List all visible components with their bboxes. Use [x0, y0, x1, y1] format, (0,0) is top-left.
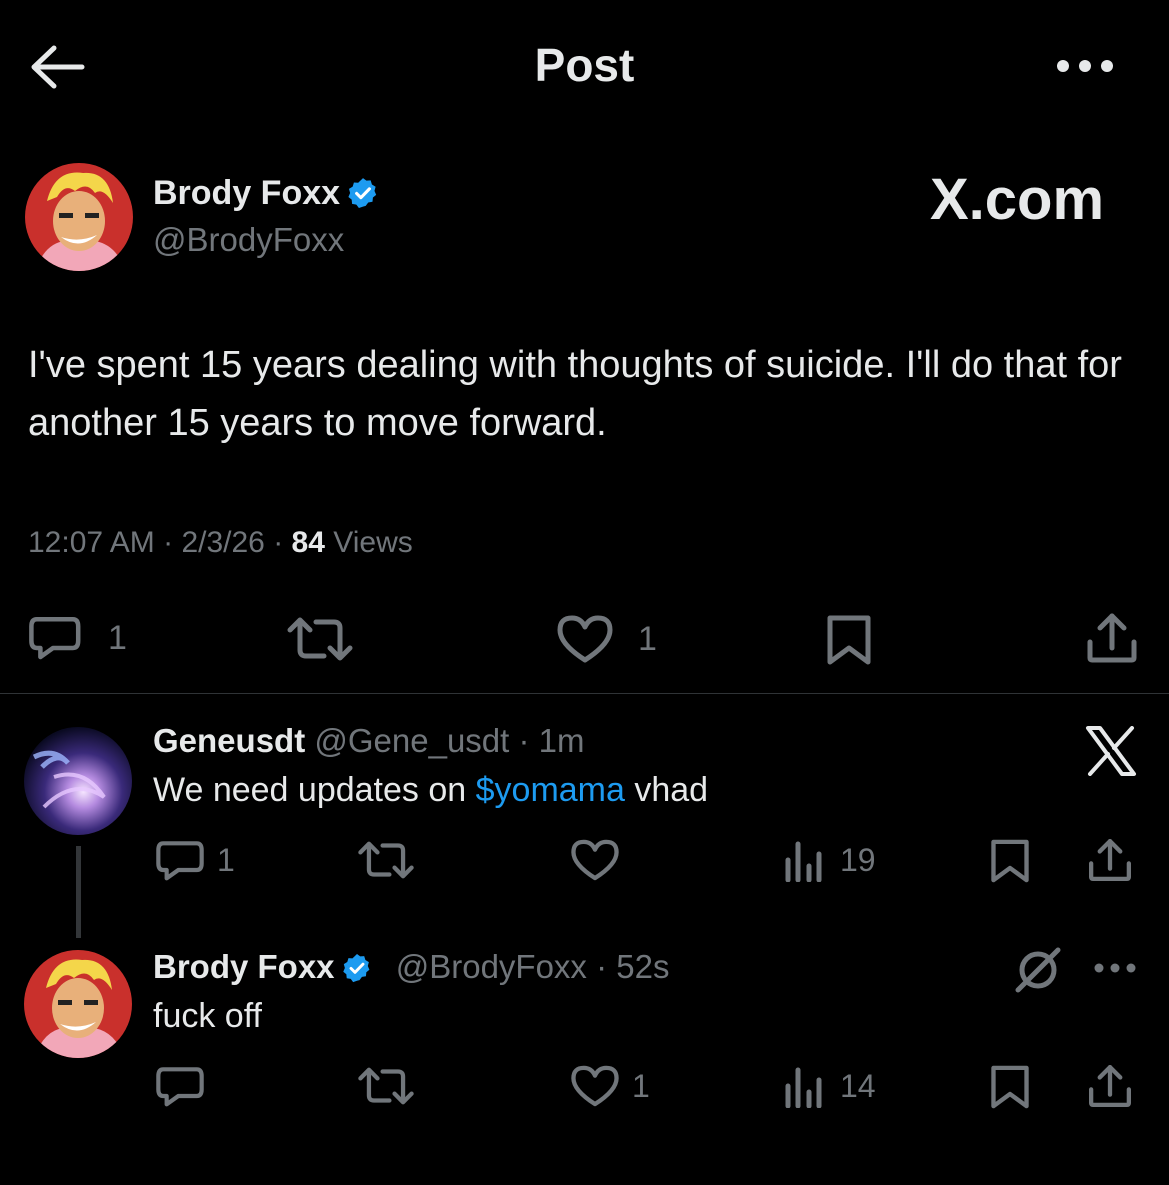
reply-handle: @BrodyFoxx: [395, 948, 587, 985]
views-label: Views: [333, 526, 413, 559]
reply-button[interactable]: 1: [26, 612, 127, 664]
analytics-icon: [785, 1067, 822, 1108]
reply-text: We need updates on $yomama vhad: [153, 771, 709, 809]
share-button[interactable]: [1084, 610, 1140, 666]
reply-button[interactable]: [155, 1064, 205, 1108]
reply-icon: [156, 1067, 204, 1107]
reply-age: 1m: [538, 722, 585, 759]
reply-icon: [29, 616, 81, 660]
xcom-watermark: X.com: [930, 167, 1105, 232]
bookmark-button[interactable]: [826, 614, 872, 666]
like-button[interactable]: 1: [556, 614, 657, 664]
bookmark-icon: [827, 615, 871, 665]
heart-icon: [557, 615, 613, 663]
reply-button[interactable]: 1: [155, 838, 235, 882]
post-date[interactable]: 2/3/26: [181, 526, 264, 559]
repost-button[interactable]: [286, 614, 354, 664]
heart-icon: [571, 839, 619, 881]
x-logo-icon: [1084, 726, 1138, 781]
bookmark-icon: [991, 839, 1029, 883]
share-button[interactable]: [1086, 836, 1134, 884]
like-count: 1: [632, 1067, 650, 1104]
more-horizontal-icon: [1057, 60, 1113, 72]
heart-icon: [571, 1065, 619, 1107]
reply-author[interactable]: Geneusdt @Gene_usdt · 1m: [153, 722, 585, 760]
like-button[interactable]: [570, 838, 620, 882]
bookmark-button[interactable]: [990, 838, 1030, 884]
repost-icon: [358, 841, 414, 879]
repost-icon: [287, 617, 353, 661]
repost-button[interactable]: [357, 838, 415, 882]
reply-handle: @Gene_usdt: [314, 722, 510, 759]
share-icon: [1087, 613, 1137, 663]
like-count: 1: [638, 619, 657, 658]
avatar[interactable]: [24, 950, 132, 1058]
share-button[interactable]: [1086, 1062, 1134, 1110]
avatar[interactable]: [24, 727, 132, 835]
views-button[interactable]: 19: [784, 838, 876, 882]
reply-age: 52s: [616, 948, 670, 985]
verified-badge-icon: [346, 176, 380, 210]
more-options-button[interactable]: [1050, 52, 1120, 80]
reply-count: 1: [108, 618, 127, 657]
bookmark-button[interactable]: [990, 1064, 1030, 1110]
views-count: 84: [291, 526, 325, 559]
repost-icon: [358, 1067, 414, 1105]
avatar[interactable]: [25, 163, 133, 271]
brody-avatar-image: [24, 950, 132, 1058]
reply-icon: [156, 841, 204, 881]
cashtag-link[interactable]: $yomama: [476, 771, 625, 809]
bookmark-icon: [991, 1065, 1029, 1109]
more-options-button[interactable]: [1092, 958, 1138, 983]
post-meta: 12:07 AM · 2/3/26 · 84 Views: [28, 526, 413, 559]
verified-badge-icon: [341, 952, 373, 984]
thread-line: [76, 846, 81, 938]
divider: [0, 693, 1169, 694]
reply-text: fuck off: [153, 997, 262, 1035]
reply-count: 1: [217, 841, 235, 878]
galaxy-avatar-image: [24, 727, 132, 835]
share-icon: [1089, 1065, 1131, 1107]
author-name[interactable]: Brody Foxx: [153, 174, 380, 213]
views-button[interactable]: 14: [784, 1064, 876, 1108]
grok-icon[interactable]: [1012, 946, 1064, 999]
like-button[interactable]: 1: [570, 1064, 650, 1108]
author-handle[interactable]: @BrodyFoxx: [153, 221, 344, 259]
reply-author[interactable]: Brody Foxx @BrodyFoxx · 52s: [153, 948, 669, 986]
more-horizontal-icon: [1094, 963, 1136, 973]
views-count: 19: [840, 841, 876, 878]
post-text: I've spent 15 years dealing with thought…: [28, 344, 1122, 444]
analytics-icon: [785, 841, 822, 882]
views-count: 14: [840, 1067, 876, 1104]
page-title: Post: [534, 39, 635, 91]
post-time[interactable]: 12:07 AM: [28, 526, 155, 559]
repost-button[interactable]: [357, 1064, 415, 1108]
share-icon: [1089, 839, 1131, 881]
brody-avatar-image: [25, 163, 133, 271]
